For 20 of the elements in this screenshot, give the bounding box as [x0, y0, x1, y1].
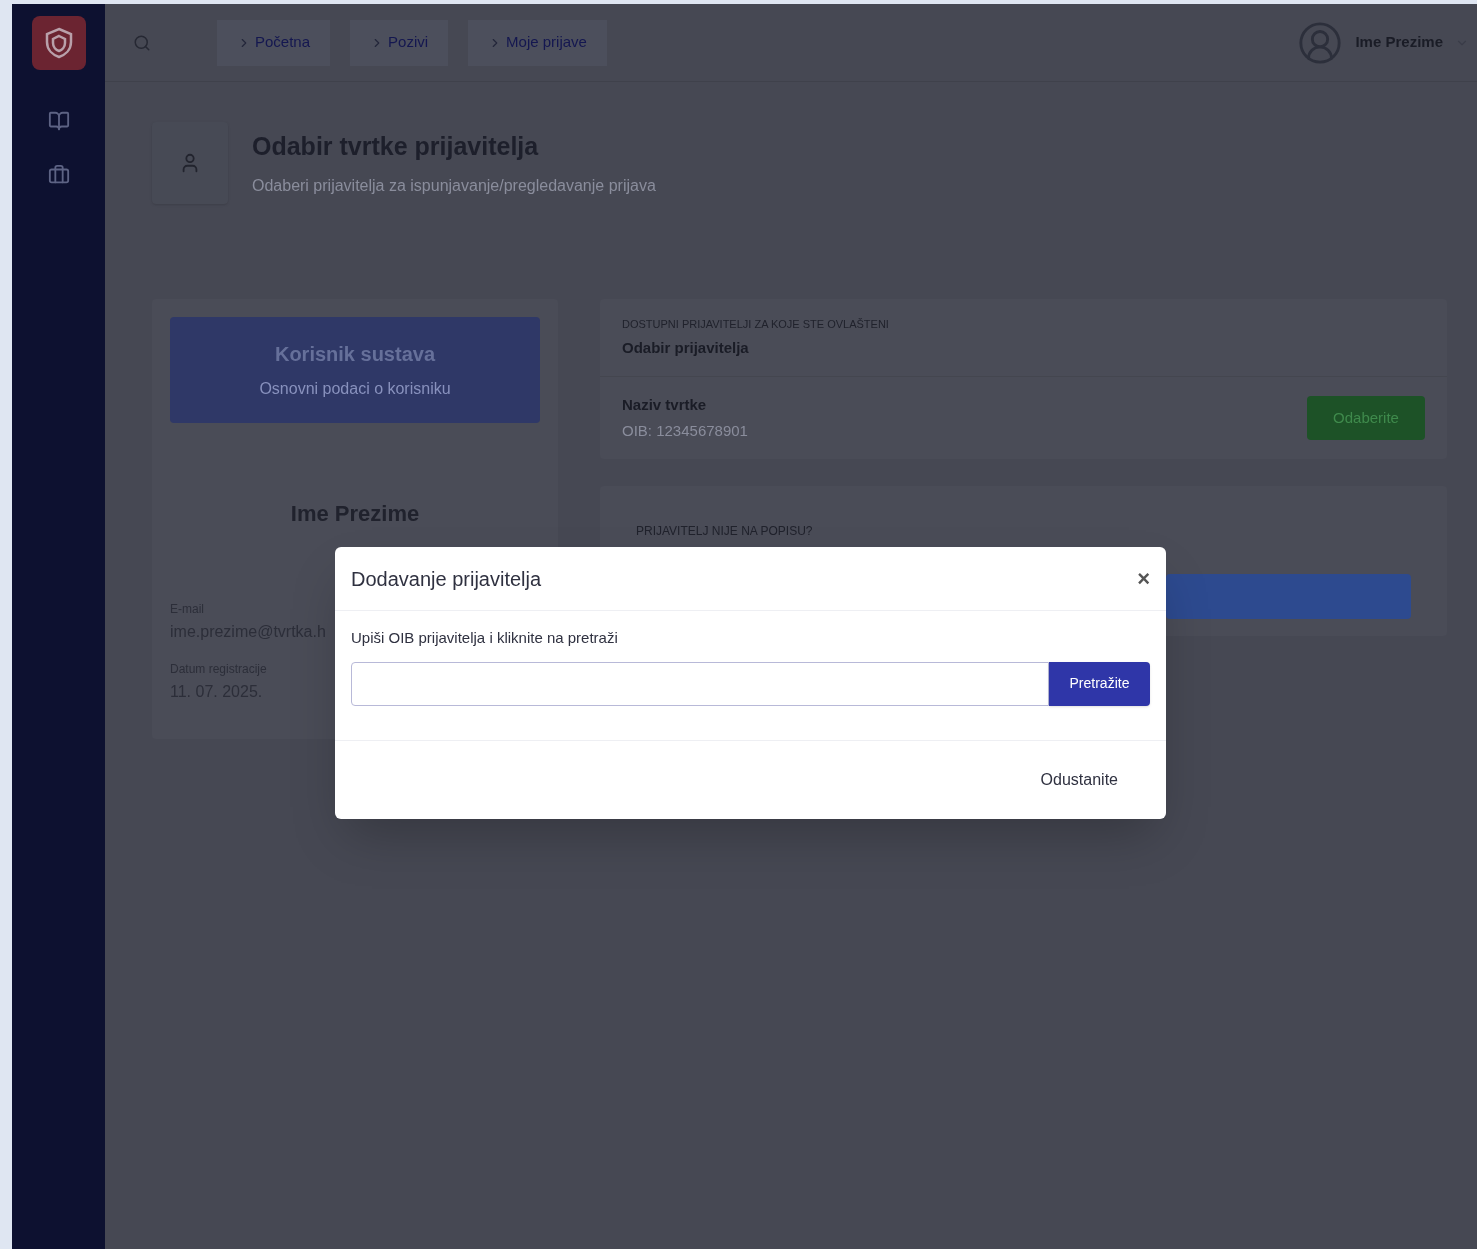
- oib-input-field[interactable]: [351, 661, 1049, 706]
- select-button[interactable]: Odaberite: [1307, 396, 1425, 440]
- breadcrumb-link[interactable]: Pozivi: [350, 19, 449, 66]
- close-button[interactable]: ×: [1137, 567, 1150, 590]
- instruction-text: Upiši OIB prijavitelja i kliknite na pretraži: [351, 628, 619, 648]
- banner-title: Korisnik sustava: [274, 342, 436, 367]
- dialog-title: Dodavanje prijavitelja: [351, 566, 542, 592]
- avatar-icon[interactable]: [1297, 19, 1344, 66]
- page-subtitle: Odaberi prijavitelja za ispunjavanje/pregledavanje prijava: [252, 175, 656, 196]
- breadcrumb-link[interactable]: Moje prijave: [468, 19, 607, 66]
- book-icon[interactable]: [47, 110, 70, 132]
- action-button[interactable]: [1166, 574, 1411, 619]
- company-oib: OIB: 12345678901: [622, 421, 748, 441]
- search-icon[interactable]: [133, 33, 151, 52]
- search-button[interactable]: Pretražite: [1049, 661, 1150, 706]
- shield-logo-icon[interactable]: [31, 16, 86, 70]
- cancel-button[interactable]: Odustanite: [1008, 759, 1150, 800]
- breadcrumb-link[interactable]: Početna: [217, 19, 331, 66]
- briefcase-icon[interactable]: [47, 164, 70, 186]
- banner-subtitle: Osnovni podaci o korisniku: [259, 379, 451, 399]
